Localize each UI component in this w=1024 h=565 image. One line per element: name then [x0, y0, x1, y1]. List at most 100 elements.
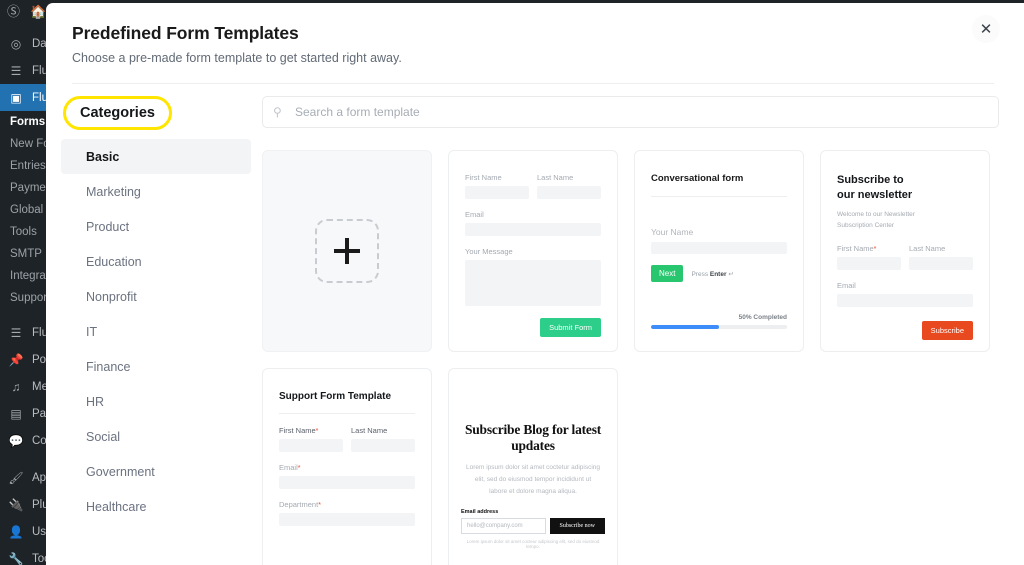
category-label: HR	[86, 394, 105, 409]
template-card-conversational[interactable]: Conversational form Your Name Next Press…	[634, 150, 804, 352]
conversational-divider	[651, 196, 787, 197]
template-card-newsletter[interactable]: Subscribe to our newsletter Welcome to o…	[820, 150, 990, 352]
wrench-icon: 🔧	[8, 551, 24, 565]
required-mark: *	[873, 246, 877, 254]
support-department-row: Department*	[279, 500, 415, 526]
category-label: Healthcare	[86, 499, 147, 514]
category-item-nonprofit[interactable]: Nonprofit	[61, 279, 251, 314]
category-item-product[interactable]: Product	[61, 209, 251, 244]
last-name-label: Last Name	[537, 173, 574, 182]
newsletter-title-line1: Subscribe to	[837, 174, 904, 186]
category-item-it[interactable]: IT	[61, 314, 251, 349]
your-name-label: Your Name	[651, 227, 694, 237]
support-name-row: First Name* Last Name	[279, 426, 415, 452]
category-item-finance[interactable]: Finance	[61, 349, 251, 384]
message-textarea	[465, 260, 601, 306]
category-label: Nonprofit	[86, 289, 137, 304]
contact-preview: First Name Last Name Email Your Message …	[449, 151, 617, 337]
sidebar-subitem-label: SMTP	[10, 248, 42, 260]
category-label: Government	[86, 464, 155, 479]
newsletter-sub-line1: Welcome to our Newsletter	[837, 210, 915, 218]
template-card-support[interactable]: Support Form Template First Name* Last N…	[262, 368, 432, 565]
email-label: Email	[837, 281, 856, 291]
newsletter-email-row: Email	[837, 281, 973, 308]
media-icon: ♫	[11, 379, 21, 394]
progress-label: 50% Completed	[738, 314, 787, 321]
predefined-templates-modal: Predefined Form Templates Choose a pre-m…	[46, 3, 1024, 565]
last-name-field	[537, 186, 601, 199]
first-name-text: First Name	[837, 244, 874, 254]
category-item-education[interactable]: Education	[61, 244, 251, 279]
conversational-preview: Conversational form Your Name Next Press…	[635, 151, 803, 351]
plus-icon	[334, 238, 360, 264]
comment-icon: 💬	[8, 433, 24, 448]
first-name-field	[465, 186, 529, 199]
header-divider	[72, 83, 994, 84]
required-mark: *	[318, 502, 321, 509]
blog-preview: Subscribe Blog for latest updates Lorem …	[449, 369, 617, 565]
first-name-text: First Name	[279, 426, 316, 435]
category-item-hr[interactable]: HR	[61, 384, 251, 419]
forms-icon: ▣	[10, 90, 22, 105]
modal-header: Predefined Form Templates Choose a pre-m…	[46, 3, 1024, 84]
press-key: Enter	[709, 270, 727, 278]
newsletter-title-line2: our newsletter	[837, 188, 913, 201]
first-name-label: First Name*	[837, 244, 901, 253]
template-card-blog[interactable]: Subscribe Blog for latest updates Lorem …	[448, 368, 618, 565]
wordpress-icon[interactable]: Ⓢ	[7, 5, 20, 18]
category-label: Product	[86, 219, 130, 234]
last-name-field	[351, 439, 415, 452]
pin-icon: 📌	[8, 352, 24, 367]
support-divider	[279, 413, 415, 414]
template-card-blank[interactable]	[262, 150, 432, 352]
category-label: Marketing	[86, 184, 141, 199]
last-name-field	[909, 257, 973, 271]
blog-subscribe-button: Subscribe now	[549, 518, 605, 534]
support-email-row: Email*	[279, 463, 415, 489]
calendar-icon: ☰	[10, 63, 22, 78]
department-label: Department*	[279, 500, 415, 509]
newsletter-preview: Subscribe to our newsletter Welcome to o…	[821, 151, 989, 341]
blog-fine-print: Lorem ipsum dolor sit amet cocteur adipi…	[466, 539, 600, 549]
contact-name-row: First Name Last Name	[465, 173, 601, 199]
template-card-contact[interactable]: First Name Last Name Email Your Message …	[448, 150, 618, 352]
blog-email-label: Email address	[461, 509, 499, 515]
subscribe-button: Subscribe	[921, 321, 973, 341]
pages-icon: ▤	[10, 406, 22, 421]
next-button: Next	[651, 265, 684, 282]
blog-subscribe-row: hello@company.com Subscribe now	[461, 518, 605, 534]
blog-email-input: hello@company.com	[461, 518, 546, 534]
newsletter-subtitle: Welcome to our Newsletter Subscription C…	[837, 209, 973, 232]
sidebar-subitem-label: Entries	[10, 160, 46, 172]
conversational-action-row: Next Press Enter ↵	[651, 265, 787, 282]
blank-dropzone	[315, 219, 379, 283]
categories-heading: Categories	[80, 105, 155, 121]
category-item-social[interactable]: Social	[61, 419, 251, 454]
first-name-field	[279, 439, 343, 452]
category-list[interactable]: Basic Marketing Product Education Nonpro…	[61, 139, 251, 524]
progress-track	[651, 325, 787, 329]
contact-email-row: Email	[465, 210, 601, 236]
enter-arrow-icon: ↵	[728, 270, 734, 278]
category-item-government[interactable]: Government	[61, 454, 251, 489]
templates-grid: First Name Last Name Email Your Message …	[262, 150, 999, 565]
category-item-healthcare[interactable]: Healthcare	[61, 489, 251, 524]
templates-panel: ⚲ First N	[251, 84, 1024, 565]
home-icon[interactable]: 🏠	[30, 5, 46, 18]
category-label: Social	[86, 429, 121, 444]
email-field	[837, 294, 973, 308]
support-preview: Support Form Template First Name* Last N…	[263, 369, 431, 526]
department-text: Department	[279, 500, 319, 509]
email-label: Email*	[279, 463, 415, 472]
email-text: Email	[279, 463, 298, 472]
progress-wrapper: 50% Completed	[651, 314, 787, 329]
category-item-marketing[interactable]: Marketing	[61, 174, 251, 209]
category-item-basic[interactable]: Basic	[61, 139, 251, 174]
search-input[interactable]	[262, 96, 999, 128]
plug-icon: 🔌	[8, 497, 24, 512]
close-icon[interactable]: ✕	[972, 15, 1000, 43]
required-mark: *	[297, 465, 301, 472]
category-label: Education	[86, 254, 142, 269]
last-name-label: Last Name	[909, 244, 946, 254]
last-name-label: Last Name	[351, 426, 388, 435]
